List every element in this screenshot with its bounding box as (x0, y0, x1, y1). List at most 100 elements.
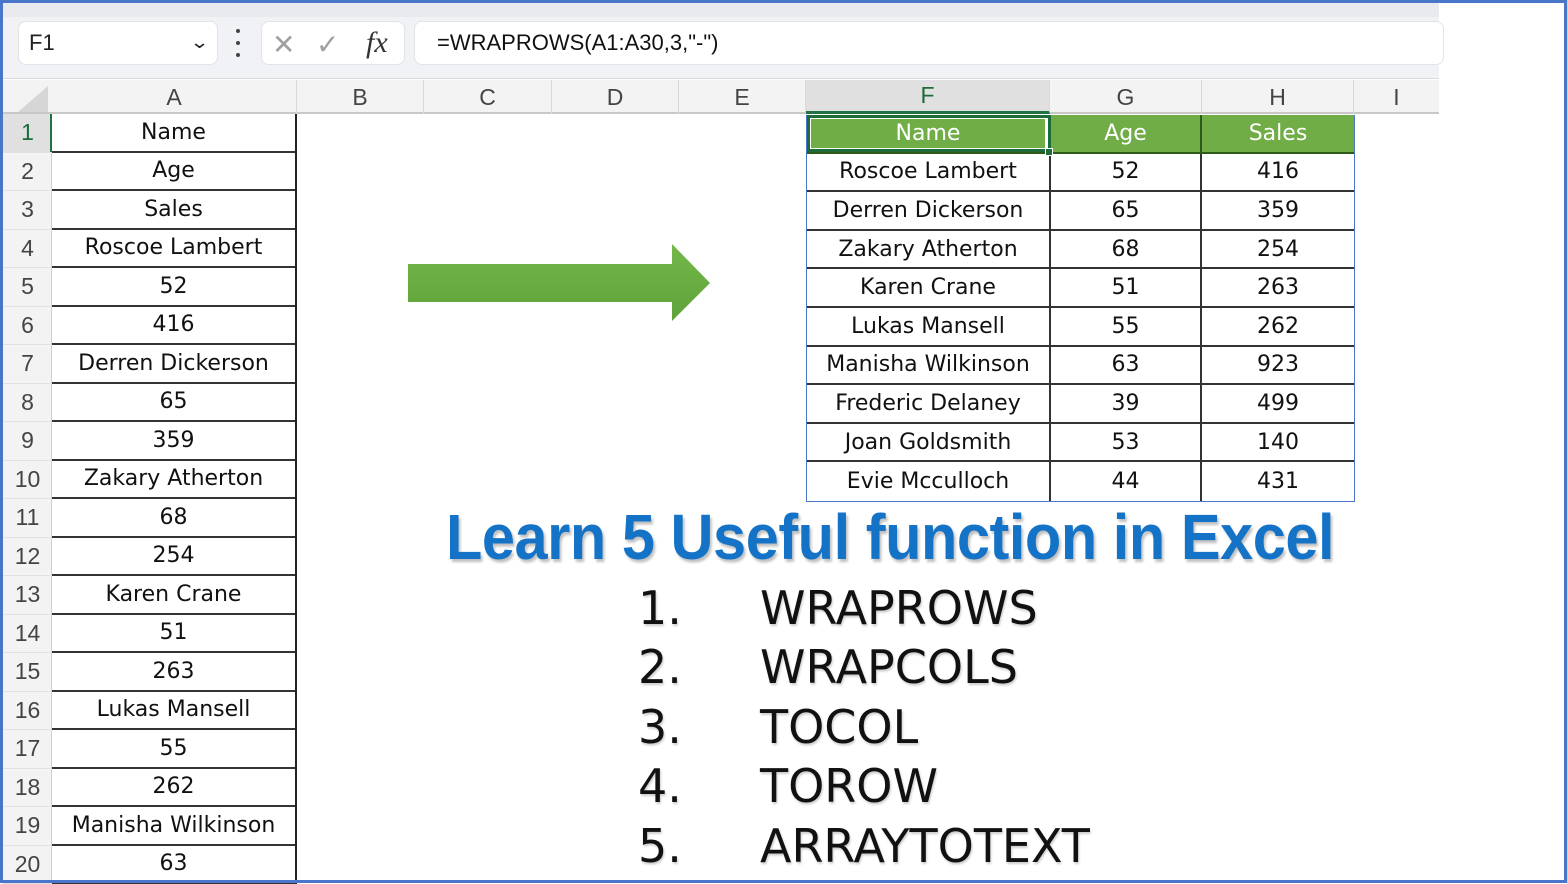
cell-name[interactable]: Manisha Wilkinson (807, 347, 1051, 384)
cell-a15[interactable]: 263 (52, 653, 295, 692)
cell-a2[interactable]: Age (52, 153, 295, 192)
cell-a20[interactable]: 63 (52, 846, 295, 884)
cell-a8[interactable]: 65 (52, 384, 295, 423)
column-header-c[interactable]: C (424, 80, 552, 114)
cell-sales[interactable]: 254 (1202, 231, 1354, 268)
row-header[interactable]: 19 (3, 807, 52, 846)
chevron-down-icon[interactable]: ⌄ (190, 32, 210, 53)
row-header[interactable]: 1 (3, 114, 52, 153)
row-header[interactable]: 13 (3, 576, 52, 615)
cell-sales[interactable]: 359 (1202, 192, 1354, 229)
cell-sales[interactable]: 140 (1202, 424, 1354, 461)
cell-a5[interactable]: 52 (52, 268, 295, 307)
cell-a12[interactable]: 254 (52, 538, 295, 577)
row-header[interactable]: 6 (3, 307, 52, 346)
cell-a6[interactable]: 416 (52, 307, 295, 346)
column-header-e[interactable]: E (679, 80, 806, 114)
cell-a10[interactable]: Zakary Atherton (52, 461, 295, 500)
row-header[interactable]: 7 (3, 345, 52, 384)
row-header[interactable]: 15 (3, 653, 52, 692)
row-header[interactable]: 4 (3, 230, 52, 269)
cell-age[interactable]: 65 (1051, 192, 1202, 229)
row-header[interactable]: 14 (3, 615, 52, 654)
cell-age[interactable]: 53 (1051, 424, 1202, 461)
cell-sales[interactable]: 923 (1202, 347, 1354, 384)
result-header-sales[interactable]: Sales (1202, 115, 1354, 152)
cell-name[interactable]: Karen Crane (807, 269, 1051, 306)
cell-age[interactable]: 55 (1051, 308, 1202, 345)
cell-name[interactable]: Frederic Delaney (807, 385, 1051, 422)
cell-a11[interactable]: 68 (52, 499, 295, 538)
cell-a7[interactable]: Derren Dickerson (52, 345, 295, 384)
cell-name[interactable]: Zakary Atherton (807, 231, 1051, 268)
function-name: TOCOL (760, 700, 918, 754)
cell-a4[interactable]: Roscoe Lambert (52, 230, 295, 269)
cell-a9[interactable]: 359 (52, 422, 295, 461)
cell-sales[interactable]: 263 (1202, 269, 1354, 306)
row-header[interactable]: 5 (3, 268, 52, 307)
cell-name[interactable]: Evie Mcculloch (807, 462, 1051, 501)
column-header-i[interactable]: I (1354, 80, 1439, 114)
result-header-row: Name Age Sales (807, 115, 1354, 154)
column-header-g[interactable]: G (1050, 80, 1202, 114)
row-header[interactable]: 18 (3, 769, 52, 808)
row-header[interactable]: 12 (3, 538, 52, 577)
name-box-value: F1 (29, 30, 55, 56)
row-header[interactable]: 8 (3, 384, 52, 423)
cell-sales[interactable]: 416 (1202, 154, 1354, 191)
function-list-item: 1.WRAPROWS (638, 578, 1090, 638)
insert-function-icon[interactable]: fx (366, 26, 388, 60)
fill-handle[interactable] (1045, 148, 1053, 156)
row-header[interactable]: 3 (3, 191, 52, 230)
close-icon[interactable]: ✕ (272, 28, 295, 61)
row-header[interactable]: 16 (3, 692, 52, 731)
more-options-icon[interactable] (233, 29, 243, 57)
cell-a13[interactable]: Karen Crane (52, 576, 295, 615)
function-number: 5. (638, 819, 760, 873)
cell-age[interactable]: 44 (1051, 462, 1202, 501)
column-header-a[interactable]: A (52, 80, 297, 114)
cell-name[interactable]: Lukas Mansell (807, 308, 1051, 345)
cell-age[interactable]: 51 (1051, 269, 1202, 306)
column-header-b[interactable]: B (297, 80, 424, 114)
cell-age[interactable]: 39 (1051, 385, 1202, 422)
column-header-d[interactable]: D (552, 80, 679, 114)
function-name: TOROW (760, 759, 938, 813)
cell-a18[interactable]: 262 (52, 769, 295, 808)
name-box[interactable]: F1 ⌄ (18, 21, 218, 65)
cell-a17[interactable]: 55 (52, 730, 295, 769)
cell-a19[interactable]: Manisha Wilkinson (52, 807, 295, 846)
cell-name[interactable]: Derren Dickerson (807, 192, 1051, 229)
cell-name[interactable]: Roscoe Lambert (807, 154, 1051, 191)
cell-name[interactable]: Joan Goldsmith (807, 424, 1051, 461)
cell-a14[interactable]: 51 (52, 615, 295, 654)
row-header[interactable]: 10 (3, 461, 52, 500)
row-header[interactable]: 20 (3, 846, 52, 884)
row-header[interactable]: 11 (3, 499, 52, 538)
cell-age[interactable]: 52 (1051, 154, 1202, 191)
result-header-name[interactable]: Name (807, 115, 1051, 152)
cell-age[interactable]: 63 (1051, 347, 1202, 384)
row-header[interactable]: 2 (3, 153, 52, 192)
table-row: Manisha Wilkinson63923 (807, 347, 1354, 386)
cell-sales[interactable]: 262 (1202, 308, 1354, 345)
function-list-item: 2.WRAPCOLS (638, 638, 1090, 698)
result-header-age[interactable]: Age (1051, 115, 1202, 152)
column-header-f[interactable]: F (806, 80, 1050, 114)
formula-input[interactable]: =WRAPROWS(A1:A30,3,"-") (414, 21, 1444, 65)
column-header-h[interactable]: H (1202, 80, 1354, 114)
cell-a3[interactable]: Sales (52, 191, 295, 230)
function-number: 1. (638, 581, 760, 635)
table-row: Zakary Atherton68254 (807, 231, 1354, 270)
select-all-button[interactable] (18, 86, 48, 112)
cell-a1[interactable]: Name (52, 114, 295, 153)
row-header[interactable]: 9 (3, 422, 52, 461)
row-header[interactable]: 17 (3, 730, 52, 769)
check-icon[interactable]: ✓ (316, 28, 339, 61)
cell-age[interactable]: 68 (1051, 231, 1202, 268)
cell-a16[interactable]: Lukas Mansell (52, 692, 295, 731)
cell-sales[interactable]: 431 (1202, 462, 1354, 501)
cell-sales[interactable]: 499 (1202, 385, 1354, 422)
function-list: 1.WRAPROWS2.WRAPCOLS3.TOCOL4.TOROW5.ARRA… (638, 578, 1090, 876)
function-number: 4. (638, 759, 760, 813)
